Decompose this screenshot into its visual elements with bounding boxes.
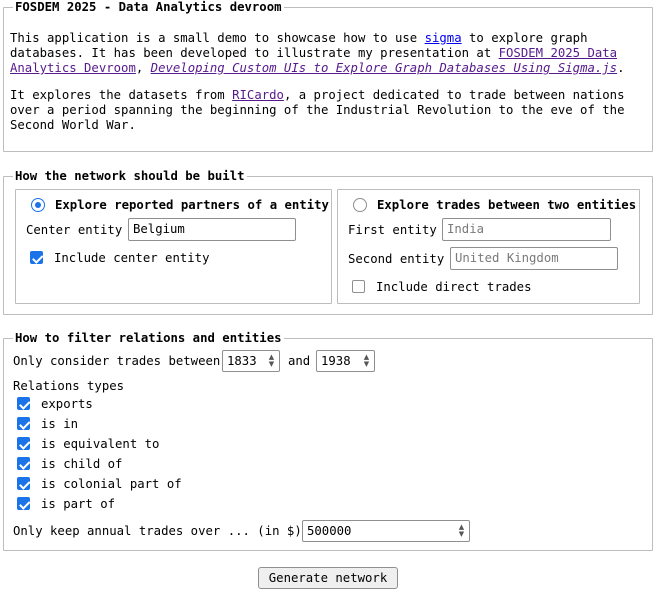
and-label: and — [288, 354, 311, 368]
year-to-spinner-icon[interactable]: ▲ ▼ — [362, 354, 371, 368]
relation-label-is-part-of[interactable]: is part of — [41, 497, 115, 512]
second-entity-input[interactable]: United Kingdom — [450, 247, 618, 270]
relation-checkbox-is-part-of[interactable] — [17, 497, 30, 510]
intro-paragraph-2: It explores the datasets from RICardo, a… — [10, 88, 635, 133]
relation-checkbox-exports[interactable] — [17, 397, 30, 410]
second-entity-label: Second entity — [348, 252, 445, 266]
build-legend: How the network should be built — [15, 169, 245, 183]
relation-checkbox-is-equivalent-to[interactable] — [17, 437, 30, 450]
min-trade-input[interactable]: 500000 ▲ ▼ — [302, 520, 470, 542]
partners-mode-radio[interactable] — [31, 198, 45, 212]
filter-legend: How to filter relations and entities — [15, 331, 282, 345]
relation-label-is-child-of[interactable]: is child of — [41, 457, 122, 472]
sigma-link[interactable]: sigma — [425, 31, 462, 45]
relation-label-is-in[interactable]: is in — [41, 417, 78, 432]
include-center-label[interactable]: Include center entity — [54, 251, 209, 266]
talk-link[interactable]: Developing Custom UIs to Explore Graph D… — [151, 61, 617, 75]
relation-checkbox-is-child-of[interactable] — [17, 457, 30, 470]
year-to-value: 1938 — [321, 354, 351, 368]
app-page: FOSDEM 2025 - Data Analytics devroom Thi… — [0, 0, 656, 590]
include-direct-label[interactable]: Include direct trades — [376, 280, 531, 295]
center-entity-label: Center entity — [26, 223, 123, 237]
year-to-input[interactable]: 1938 ▲ ▼ — [316, 350, 375, 372]
intro-legend: FOSDEM 2025 - Data Analytics devroom — [15, 0, 282, 14]
include-direct-checkbox[interactable] — [352, 280, 365, 293]
first-entity-input[interactable]: India — [442, 218, 611, 241]
intro-text: . — [617, 61, 625, 75]
include-center-checkbox[interactable] — [30, 251, 43, 264]
intro-text: This application is a small demo to show… — [10, 31, 425, 45]
year-from-spinner-icon[interactable]: ▲ ▼ — [267, 354, 276, 368]
relation-checkbox-is-in[interactable] — [17, 417, 30, 430]
first-entity-label: First entity — [348, 223, 437, 237]
year-from-input[interactable]: 1833 ▲ ▼ — [222, 350, 280, 372]
relations-types-label: Relations types — [13, 379, 125, 393]
generate-network-button[interactable]: Generate network — [258, 567, 398, 589]
intro-text: , — [135, 61, 151, 75]
partners-mode-label[interactable]: Explore reported partners of a entity — [55, 198, 329, 213]
relation-checkbox-is-colonial-part-of[interactable] — [17, 477, 30, 490]
year-from-value: 1833 — [227, 354, 257, 368]
center-entity-input[interactable]: Belgium — [128, 218, 296, 241]
trades-mode-radio[interactable] — [353, 198, 367, 212]
trades-mode-label[interactable]: Explore trades between two entities — [377, 198, 636, 213]
min-trade-label: Only keep annual trades over ... (in $) — [13, 524, 302, 538]
relation-label-is-colonial-part-of[interactable]: is colonial part of — [41, 477, 182, 492]
years-label: Only consider trades between — [13, 354, 221, 368]
relation-label-is-equivalent-to[interactable]: is equivalent to — [41, 437, 159, 452]
intro-paragraph-1: This application is a small demo to show… — [10, 31, 635, 76]
ricardo-link[interactable]: RICardo — [232, 88, 284, 102]
min-trade-spinner-icon[interactable]: ▲ ▼ — [457, 524, 466, 538]
relation-label-exports[interactable]: exports — [41, 397, 93, 412]
talk-link-text: Developing Custom UIs to Explore Graph D… — [150, 61, 618, 75]
intro-text: It explores the datasets from — [10, 88, 233, 102]
min-trade-value: 500000 — [307, 524, 352, 538]
